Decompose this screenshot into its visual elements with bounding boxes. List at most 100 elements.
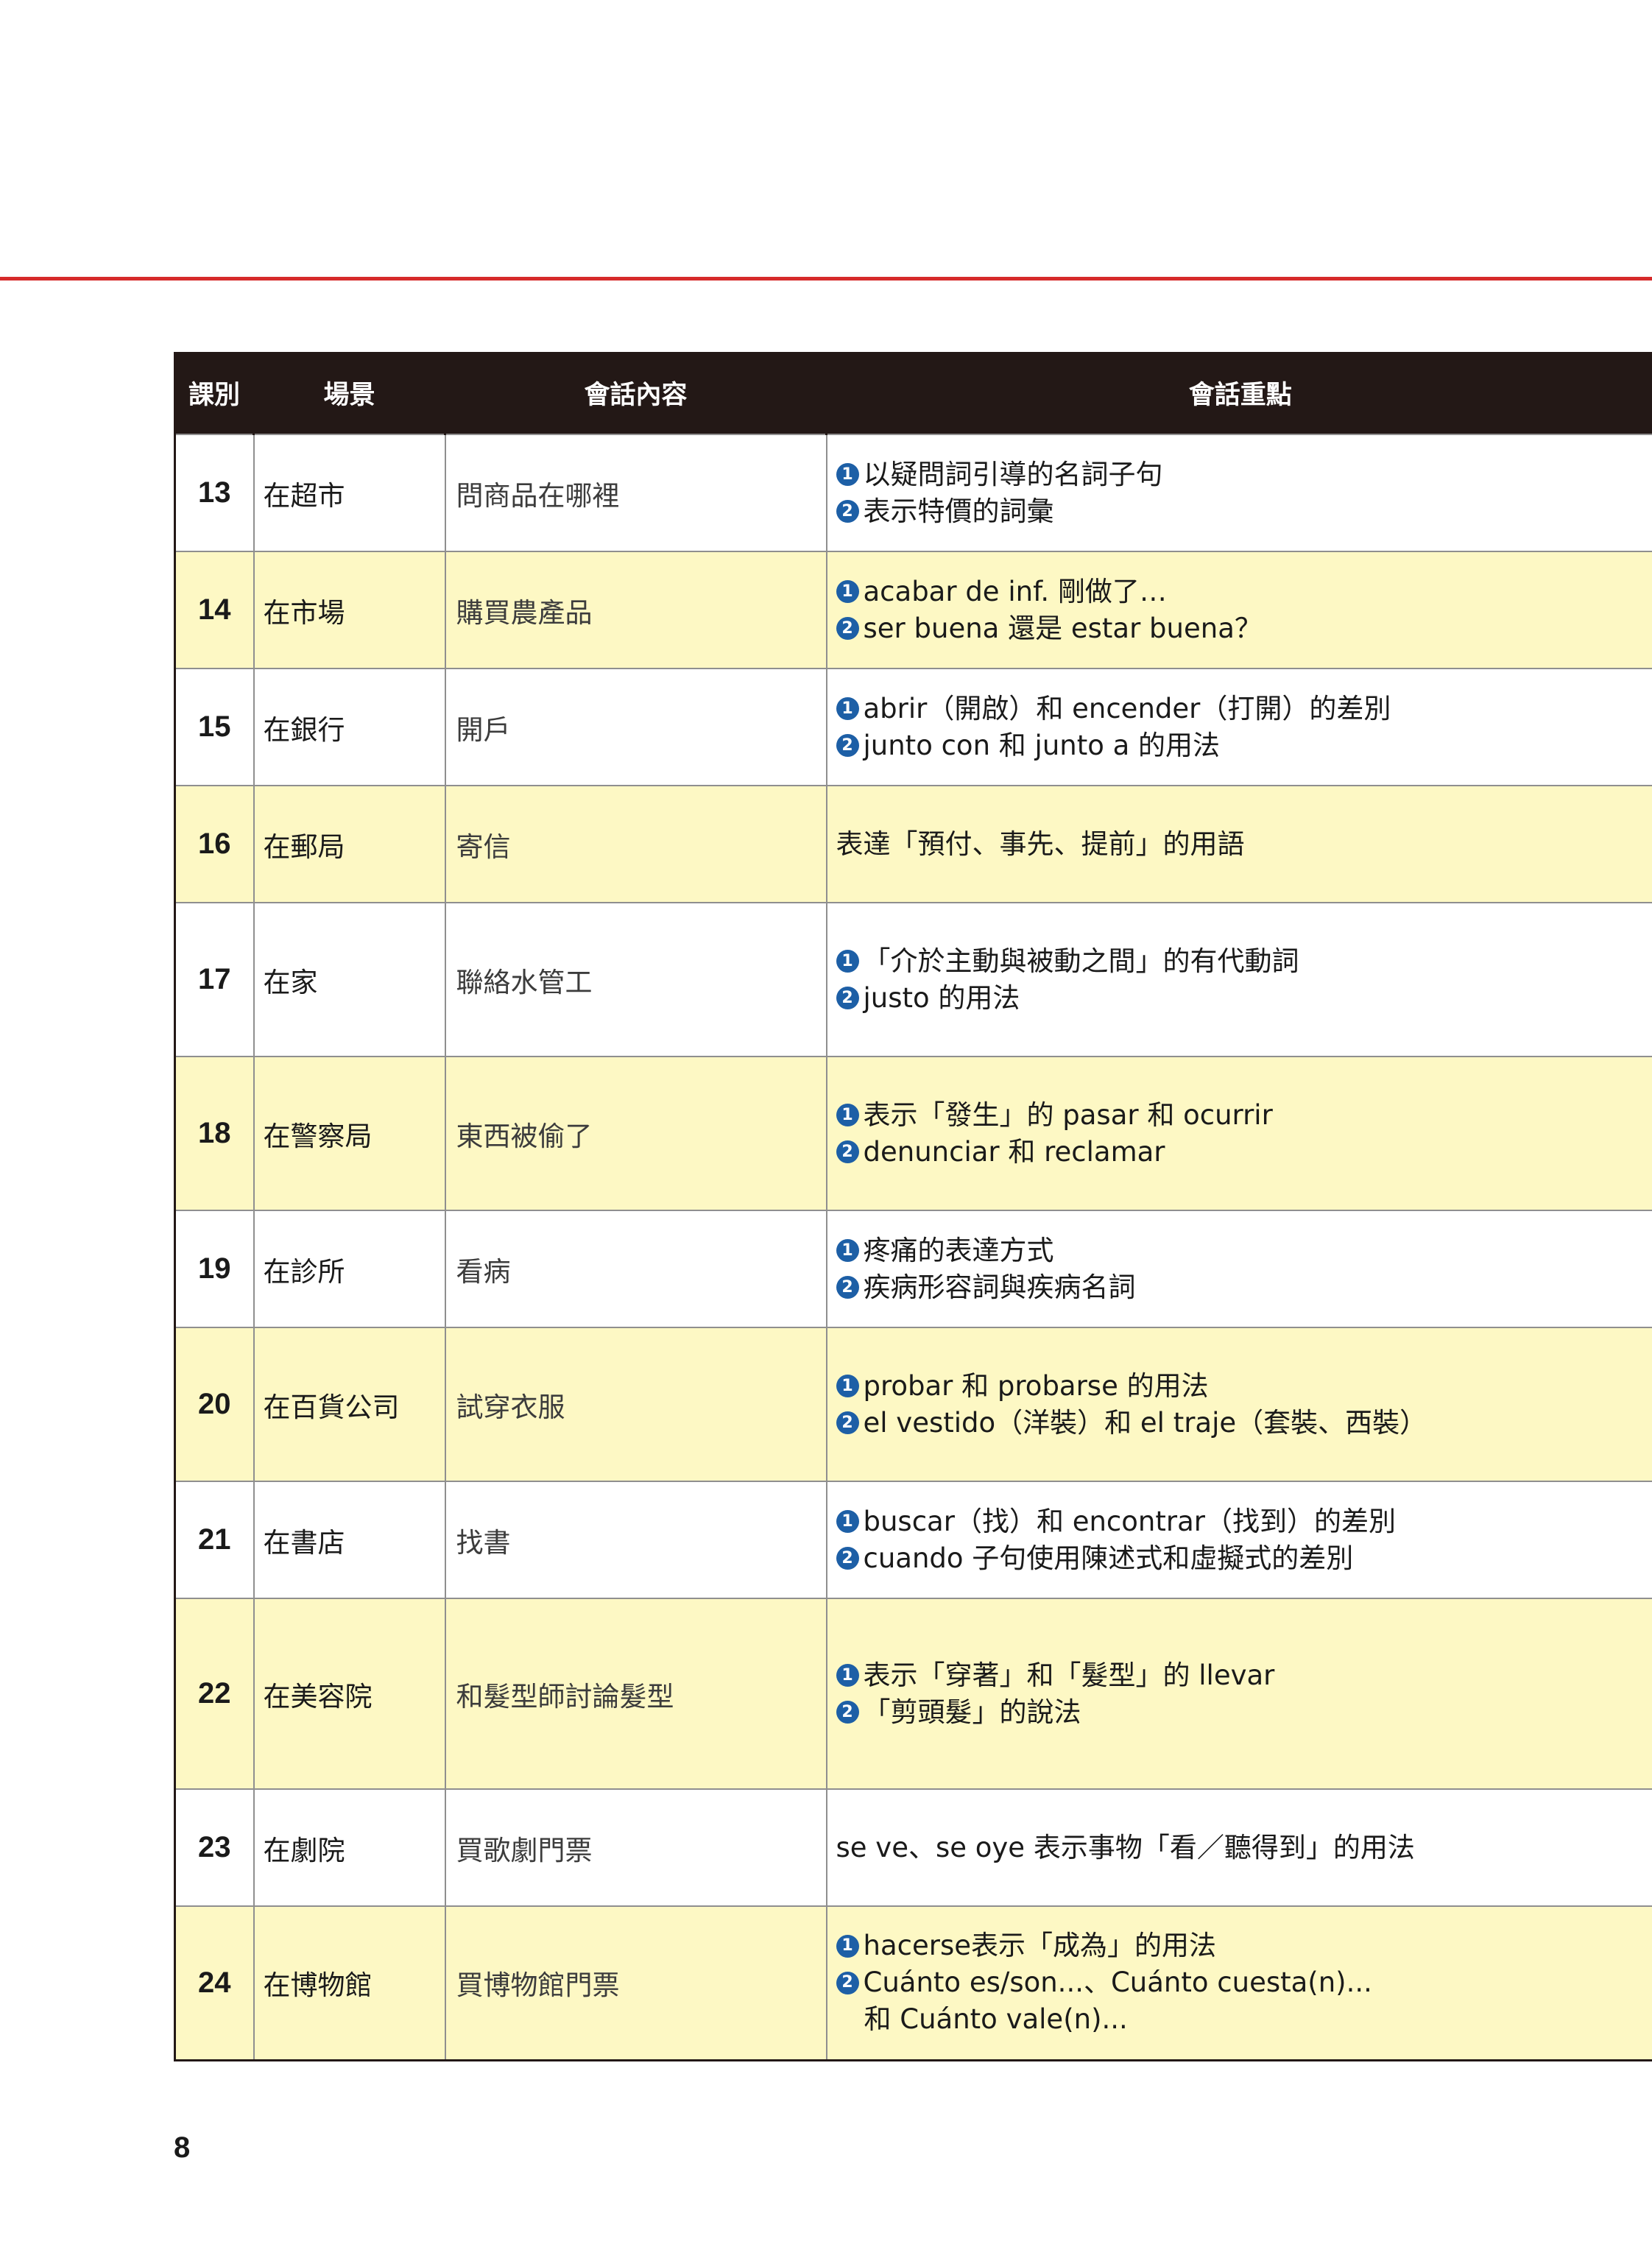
table-row: 17 在家 聯絡水管工 1 「介於主動與被動之間」的有代動詞 2 justo 的用法: [174, 902, 1652, 1057]
lesson-content: 聯絡水管工: [444, 902, 827, 1057]
lesson-number: 13: [174, 434, 254, 551]
lesson-points: 1 hacerse表示「成為」的用法 2 Cuánto es/son...、Cuánt…: [825, 1905, 1652, 2061]
lesson-points: se ve、se oye 表示事物「看／聽得到」的用法: [825, 1788, 1652, 1906]
point-text: el vestido（洋裝）和 el traje（套裝、西裝）: [863, 1406, 1427, 1439]
point-text: 疼痛的表達方式: [863, 1234, 1054, 1266]
lesson-scene: 在銀行: [253, 668, 445, 786]
lesson-content: 找書: [444, 1481, 827, 1598]
lesson-points: 1 probar 和 probarse 的用法 2 el vestido（洋裝）和 e…: [825, 1327, 1652, 1481]
point-text: hacerse表示「成為」的用法: [863, 1930, 1216, 1962]
number-circle-icon: 1: [836, 580, 859, 603]
number-circle-icon: 1: [836, 1375, 859, 1397]
point-text: 疾病形容詞與疾病名詞: [863, 1271, 1136, 1303]
lesson-content: 買歌劇門票: [444, 1788, 827, 1906]
lesson-number: 15: [174, 668, 254, 786]
lesson-scene: 在家: [253, 902, 445, 1057]
number-circle-icon: 2: [836, 1971, 859, 1994]
point-line: 1 以疑問詞引導的名詞子句: [836, 456, 1652, 493]
lesson-number: 23: [174, 1788, 254, 1906]
lesson-points: 1 abrir（開啟）和 encender（打開）的差別 2 junto con 和 …: [825, 668, 1652, 786]
table-row: 14 在市場 購買農產品 1 acabar de inf. 剛做了… 2 ser buena…: [174, 551, 1652, 669]
point-text: 表示特價的詞彙: [863, 495, 1054, 527]
lesson-content: 買博物館門票: [444, 1905, 827, 2061]
lesson-scene: 在劇院: [253, 1788, 445, 1906]
page-number: 8: [174, 2131, 191, 2164]
point-text: 表示「穿著」和「髮型」的 llevar: [863, 1659, 1275, 1691]
lesson-content: 寄信: [444, 785, 827, 903]
number-circle-icon: 1: [836, 1510, 859, 1533]
number-circle-icon: 2: [836, 1411, 859, 1434]
point-line: 1 疼痛的表達方式: [836, 1232, 1652, 1269]
lesson-points: 表達「預付、事先、提前」的用語: [825, 785, 1652, 903]
point-line: 1 abrir（開啟）和 encender（打開）的差別: [836, 691, 1652, 727]
table-row: 13 在超市 問商品在哪裡 1 以疑問詞引導的名詞子句 2 表示特價的詞彙: [174, 434, 1652, 551]
lesson-number: 20: [174, 1327, 254, 1481]
point-line: 1 表示「穿著」和「髮型」的 llevar: [836, 1657, 1652, 1694]
point-line: 2 ser buena 還是 estar buena？: [836, 610, 1652, 647]
lesson-number: 21: [174, 1481, 254, 1598]
point-text: 表達「預付、事先、提前」的用語: [836, 828, 1245, 860]
table-row: 15 在銀行 開戶 1 abrir（開啟）和 encender（打開）的差別 2 junto…: [174, 668, 1652, 786]
point-text: 以疑問詞引導的名詞子句: [863, 458, 1163, 490]
lesson-number: 17: [174, 902, 254, 1057]
point-line: 1 acabar de inf. 剛做了…: [836, 574, 1652, 610]
number-circle-icon: 1: [836, 1934, 859, 1958]
number-circle-icon: 1: [836, 463, 859, 486]
lesson-scene: 在警察局: [253, 1056, 445, 1210]
lesson-points: 1 表示「穿著」和「髮型」的 llevar 2 「剪頭髮」的說法: [825, 1598, 1652, 1789]
number-circle-icon: 1: [836, 1664, 859, 1687]
point-line: se ve、se oye 表示事物「看／聽得到」的用法: [836, 1830, 1652, 1866]
point-line: 1 buscar（找）和 encontrar（找到）的差別: [836, 1503, 1652, 1540]
number-circle-icon: 2: [836, 987, 859, 1009]
top-accent-rule: [0, 277, 1652, 281]
header-lesson: 課別: [174, 352, 254, 434]
point-text: 「剪頭髮」的說法: [863, 1696, 1081, 1728]
table-row: 24 在博物館 買博物館門票 1 hacerse表示「成為」的用法 2 Cuánto es/…: [174, 1905, 1652, 2061]
point-text: se ve、se oye 表示事物「看／聽得到」的用法: [836, 1831, 1415, 1863]
lesson-points: 1 以疑問詞引導的名詞子句 2 表示特價的詞彙: [825, 434, 1652, 551]
lesson-points: 1 buscar（找）和 encontrar（找到）的差別 2 cuando 子句使用…: [825, 1481, 1652, 1598]
lesson-scene: 在市場: [253, 551, 445, 669]
number-circle-icon: 2: [836, 1701, 859, 1724]
table-row: 23 在劇院 買歌劇門票 se ve、se oye 表示事物「看／聽得到」的用法: [174, 1788, 1652, 1906]
number-circle-icon: 2: [836, 1276, 859, 1299]
point-line: 2 junto con 和 junto a 的用法: [836, 727, 1652, 764]
point-text: Cuánto es/son...、Cuánto cuesta(n)...: [863, 1967, 1372, 1999]
header-content: 會話內容: [444, 352, 827, 434]
lesson-scene: 在診所: [253, 1210, 445, 1327]
lesson-scene: 在博物館: [253, 1905, 445, 2061]
lesson-scene: 在美容院: [253, 1598, 445, 1789]
table-row: 20 在百貨公司 試穿衣服 1 probar 和 probarse 的用法 2 el ves…: [174, 1327, 1652, 1481]
point-text: acabar de inf. 剛做了…: [863, 575, 1167, 607]
point-text: denunciar 和 reclamar: [863, 1135, 1165, 1168]
lesson-scene: 在超市: [253, 434, 445, 551]
lesson-number: 19: [174, 1210, 254, 1327]
number-circle-icon: 1: [836, 697, 859, 720]
number-circle-icon: 1: [836, 950, 859, 973]
point-text: ser buena 還是 estar buena？: [863, 612, 1262, 644]
point-text: buscar（找）和 encontrar（找到）的差別: [863, 1505, 1396, 1537]
point-text: cuando 子句使用陳述式和虛擬式的差別: [863, 1542, 1354, 1574]
point-text: 表示「發生」的 pasar 和 ocurrir: [863, 1098, 1273, 1131]
point-line: 和 Cuánto vale(n)...: [836, 2001, 1652, 2038]
lesson-number: 22: [174, 1598, 254, 1789]
point-line: 2 el vestido（洋裝）和 el traje（套裝、西裝）: [836, 1405, 1652, 1442]
point-line: 2 「剪頭髮」的說法: [836, 1694, 1652, 1731]
point-text: justo 的用法: [863, 981, 1020, 1014]
point-line: 1 hacerse表示「成為」的用法: [836, 1927, 1652, 1964]
number-circle-icon: 2: [836, 500, 859, 523]
lesson-table: 課別 場景 會話內容 會話重點 13 在超市 問商品在哪裡 1 以疑問詞引導的名詞子句 2…: [174, 352, 1652, 2061]
point-line: 表達「預付、事先、提前」的用語: [836, 826, 1652, 863]
point-text: 和 Cuánto vale(n)...: [864, 2003, 1128, 2036]
table-header-row: 課別 場景 會話內容 會話重點: [174, 352, 1652, 434]
table-row: 18 在警察局 東西被偷了 1 表示「發生」的 pasar 和 ocurrir 2 denu…: [174, 1056, 1652, 1210]
lesson-number: 24: [174, 1905, 254, 2061]
point-line: 2 表示特價的詞彙: [836, 493, 1652, 530]
number-circle-icon: 2: [836, 617, 859, 640]
lesson-scene: 在書店: [253, 1481, 445, 1598]
lesson-number: 18: [174, 1056, 254, 1210]
point-text: junto con 和 junto a 的用法: [863, 729, 1221, 761]
lesson-content: 問商品在哪裡: [444, 434, 827, 551]
lesson-number: 16: [174, 785, 254, 903]
lesson-content: 開戶: [444, 668, 827, 786]
